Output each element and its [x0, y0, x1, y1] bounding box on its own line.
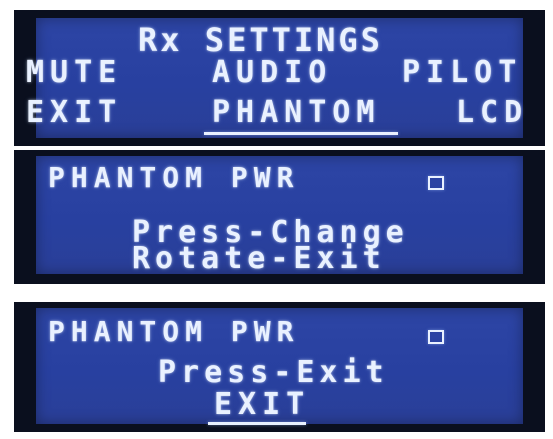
option-exit[interactable]: EXIT	[214, 390, 310, 420]
lcd-screen: PHANTOM PWR Press-Change Rotate-Exit	[36, 156, 523, 274]
phantom-power-display-2: PHANTOM PWR Press-Exit EXIT	[14, 302, 545, 432]
phantom-power-display-1: PHANTOM PWR Press-Change Rotate-Exit	[14, 150, 545, 284]
selection-underline	[208, 422, 306, 425]
hint-rotate-exit: Rotate-Exit	[132, 241, 386, 276]
phantom-checkbox[interactable]	[428, 176, 444, 190]
phantom-checkbox[interactable]	[428, 330, 444, 344]
menu-item-lcd[interactable]: LCD	[456, 98, 528, 128]
menu-item-phantom[interactable]: PHANTOM	[212, 98, 380, 128]
lcd-screen: Rx SETTINGS MUTE AUDIO PILOT EXIT PHANTO…	[26, 18, 523, 138]
menu-item-pilot[interactable]: PILOT	[402, 58, 522, 88]
menu-item-audio[interactable]: AUDIO	[212, 58, 332, 88]
phantom-pwr-label: PHANTOM PWR	[48, 161, 300, 194]
menu-item-mute[interactable]: MUTE	[26, 58, 122, 88]
selection-underline	[204, 132, 398, 135]
lcd-screen: PHANTOM PWR Press-Exit EXIT	[36, 308, 523, 425]
menu-title: Rx SETTINGS	[138, 21, 383, 59]
menu-item-exit[interactable]: EXIT	[26, 98, 122, 128]
hint-press-exit: Press-Exit	[158, 355, 389, 390]
phantom-pwr-label: PHANTOM PWR	[48, 315, 300, 348]
rx-settings-display: Rx SETTINGS MUTE AUDIO PILOT EXIT PHANTO…	[14, 10, 545, 146]
